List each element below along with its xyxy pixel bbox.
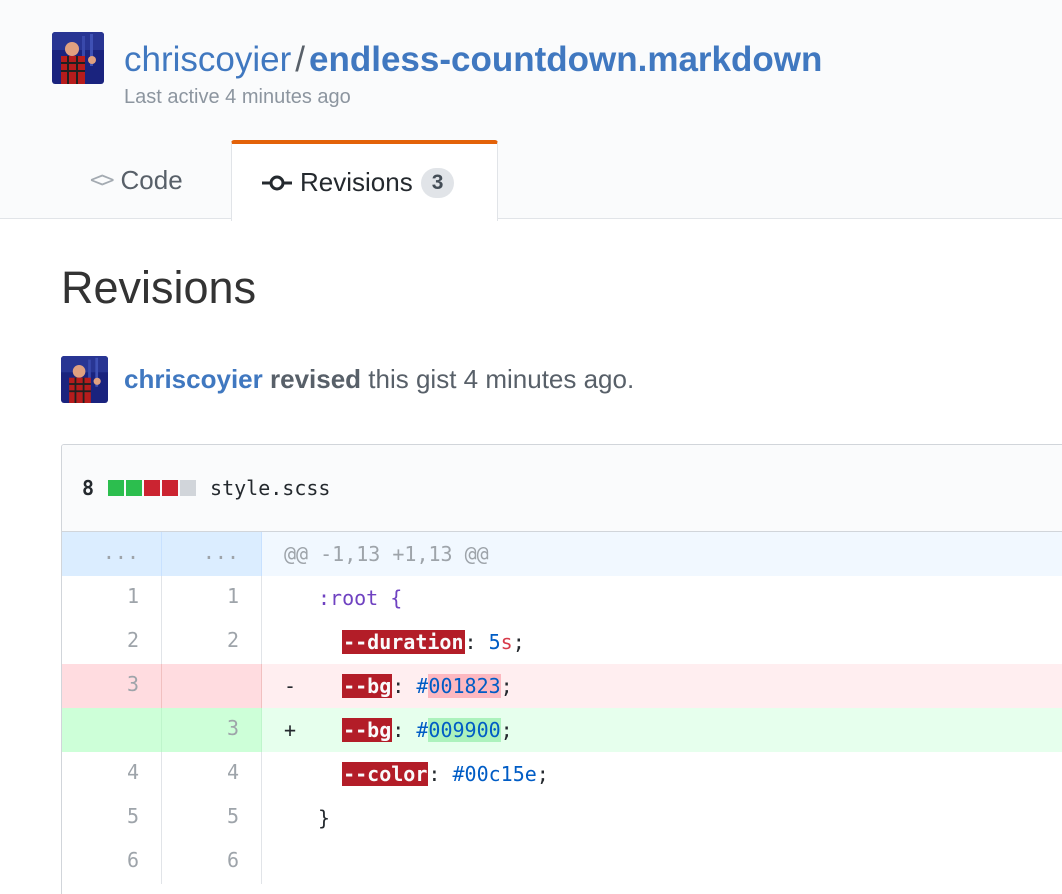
code-text: --bg: #001823;	[342, 674, 513, 698]
tab-code[interactable]: <> Code	[90, 140, 183, 220]
diffstat-block-added	[108, 480, 125, 496]
file-header: 8 style.scss	[62, 445, 1062, 532]
diff-marker	[284, 620, 318, 664]
line-code: - --bg: #001823;	[262, 664, 1062, 708]
diffstat-block-neutral	[180, 480, 197, 496]
new-line-number[interactable]	[162, 664, 262, 708]
file-name[interactable]: style.scss	[210, 476, 330, 500]
line-code: :root {	[262, 576, 1062, 620]
code-text: }	[318, 806, 331, 830]
diffstat-count: 8	[82, 476, 95, 500]
diff-marker	[284, 796, 318, 840]
diff-marker	[284, 752, 318, 796]
new-line-number[interactable]: 4	[162, 752, 262, 796]
gist-name-link[interactable]: endless-countdown.markdown	[309, 40, 822, 79]
revision-summary: chriscoyier revised this gist 4 minutes …	[124, 363, 634, 395]
diff-line: 2 2 --duration: 5s;	[62, 620, 1062, 664]
diff-line: 6 6	[62, 840, 1062, 884]
owner-link[interactable]: chriscoyier	[124, 40, 291, 79]
revision-time-text: this gist 4 minutes ago.	[361, 364, 635, 394]
last-active-text: Last active 4 minutes ago	[124, 86, 351, 108]
diffstat-block-deleted	[144, 480, 161, 496]
diffstat-bar	[108, 480, 197, 496]
line-code: }	[262, 796, 1062, 840]
old-line-number[interactable]: 1	[62, 576, 162, 620]
title-separator: /	[295, 40, 305, 79]
code-text: --color: #00c15e;	[342, 762, 549, 786]
new-line-number[interactable]: 3	[162, 708, 262, 752]
new-line-number[interactable]: 6	[162, 840, 262, 884]
old-line-number[interactable]: 2	[62, 620, 162, 664]
line-code	[262, 840, 1062, 884]
old-line-number[interactable]	[62, 708, 162, 752]
diff-file: 8 style.scss ... ... @@ -1,13 +1,13 @@ 1…	[61, 444, 1062, 894]
code-text: --bg: #009900;	[342, 718, 513, 742]
hunk-header: @@ -1,13 +1,13 @@	[284, 542, 489, 566]
line-code: --duration: 5s;	[262, 620, 1062, 664]
page-title: Revisions	[61, 262, 257, 313]
expand-old-lines[interactable]: ...	[62, 532, 162, 576]
diff-marker: +	[284, 718, 297, 742]
diff-marker	[284, 840, 318, 884]
diff-line-added: 3 + --bg: #009900;	[62, 708, 1062, 752]
tab-revisions-label: Revisions	[300, 167, 413, 197]
gist-title: chriscoyier / endless-countdown.markdown	[124, 38, 822, 82]
gist-header: chriscoyier / endless-countdown.markdown L…	[0, 0, 1062, 221]
new-line-number[interactable]: 1	[162, 576, 262, 620]
old-line-number[interactable]: 3	[62, 664, 162, 708]
new-line-number[interactable]: 5	[162, 796, 262, 840]
code-text: :root {	[318, 586, 403, 610]
diff-line: 4 4 --color: #00c15e;	[62, 752, 1062, 796]
revision-action: revised	[269, 364, 362, 394]
code-icon: <>	[90, 167, 114, 193]
diff-line-deleted: 3 - --bg: #001823;	[62, 664, 1062, 708]
expand-new-lines[interactable]: ...	[162, 532, 262, 576]
tab-code-label: Code	[120, 164, 183, 195]
line-code: + --bg: #009900;	[262, 708, 1062, 752]
author-avatar[interactable]	[61, 356, 108, 403]
owner-avatar[interactable]	[52, 32, 104, 84]
code-text: --duration: 5s;	[342, 630, 525, 654]
diffstat-block-deleted	[162, 480, 179, 496]
hunk-header-row: ... ... @@ -1,13 +1,13 @@	[62, 532, 1062, 576]
diffstat-block-added	[126, 480, 143, 496]
revision-author-link[interactable]: chriscoyier	[124, 364, 263, 394]
old-line-number[interactable]: 4	[62, 752, 162, 796]
diff-marker	[284, 576, 318, 620]
diff-line: 5 5 }	[62, 796, 1062, 840]
old-line-number[interactable]: 6	[62, 840, 162, 884]
revisions-count-badge: 3	[420, 167, 455, 198]
new-line-number[interactable]: 2	[162, 620, 262, 664]
old-line-number[interactable]: 5	[62, 796, 162, 840]
diff-marker: -	[284, 674, 297, 698]
tab-revisions[interactable]: Revisions 3	[231, 140, 498, 221]
diff-line: 1 1 :root {	[62, 576, 1062, 620]
git-commit-icon	[262, 175, 292, 190]
line-code: --color: #00c15e;	[262, 752, 1062, 796]
